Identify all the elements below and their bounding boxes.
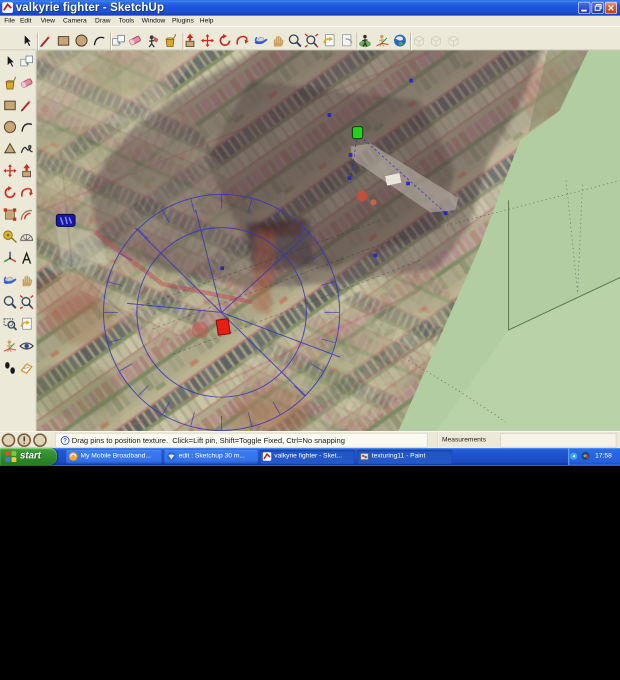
svg-text:?: ? <box>63 438 67 445</box>
